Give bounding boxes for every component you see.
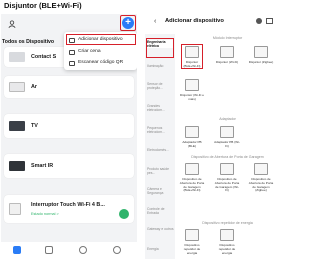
category-gateway[interactable]: Gateway e outros: [147, 227, 174, 231]
device-tile-breaker-more[interactable]: Disjuntor (Wi-Fi e mais): [179, 77, 205, 109]
device-label: TV: [31, 123, 38, 129]
section-title: Dispositivo repetidor de energia: [202, 221, 253, 225]
scene-icon: [69, 49, 75, 55]
menu-item-label: Criar cena: [78, 49, 101, 54]
device-card-tv[interactable]: TV: [4, 114, 134, 138]
device-status: Estado normal >: [31, 212, 59, 217]
device-label: Contact S: [31, 54, 57, 60]
tile-label: Dispositivo de Abertura de Porta de Gara…: [179, 177, 205, 193]
smart-tab-icon[interactable]: [79, 246, 87, 254]
tile-label: Dispositivo de Abertura de Porta de Gara…: [248, 177, 274, 193]
device-card-contact[interactable]: Contact S: [4, 47, 68, 67]
device-tile-adapter-wifi[interactable]: Adaptador PB (Wi-Fi): [214, 124, 240, 156]
device-card-ar[interactable]: Ar: [4, 76, 134, 98]
profile-icon[interactable]: [8, 20, 16, 28]
tile-label: Adaptador PB (Wi-Fi): [214, 140, 240, 148]
page-title: Adicionar dispositivo: [165, 18, 224, 24]
repeater-icon: [185, 229, 199, 241]
device-tile-breaker-zigbee[interactable]: Disjuntor (Zigbee): [248, 44, 274, 76]
breaker-icon: [254, 46, 268, 58]
bottom-nav: [1, 242, 137, 259]
back-icon[interactable]: ‹: [154, 18, 156, 25]
device-card-smart-ir[interactable]: Smart IR: [4, 154, 134, 178]
profile-tab-icon[interactable]: [113, 246, 121, 254]
device-tile-breaker-wifi[interactable]: Disjuntor (Wi-Fi): [214, 44, 240, 76]
scene-tab-icon[interactable]: [45, 246, 53, 254]
menu-item-scan-qr[interactable]: Escanear código QR: [68, 58, 134, 68]
air-conditioner-icon: [9, 82, 25, 92]
category-energy[interactable]: Energia: [147, 247, 174, 251]
category-large-appliances[interactable]: Grandes eletrodom...: [147, 104, 174, 112]
home-screen: + Todos os Dispositivo Contact S Ar TV S…: [1, 14, 137, 259]
tile-label: Dispositivo repetidor de energia: [218, 243, 236, 255]
device-label: Smart IR: [31, 163, 54, 169]
tile-label: Dispositivo de Abertura de Porta de Gara…: [214, 177, 240, 193]
device-tile-adapter-ble[interactable]: Adaptador PB (BLE): [179, 124, 205, 156]
adapter-icon: [220, 126, 234, 138]
device-tile-garage-wifi[interactable]: Dispositivo de Abertura de Porta de Gara…: [214, 161, 240, 199]
contact-sensor-icon: [9, 52, 25, 62]
qr-scan-icon: [69, 60, 75, 66]
category-highlight: [146, 38, 174, 58]
ir-remote-icon: [9, 161, 25, 171]
breaker-icon: [185, 79, 199, 91]
category-lighting[interactable]: Iluminação: [147, 64, 174, 68]
tile-label: Disjuntor (Wi-Fi e mais): [180, 93, 204, 101]
add-device-header: ‹ Adicionar dispositivo: [145, 14, 278, 30]
category-small-appliances[interactable]: Pequenos eletrodom...: [147, 126, 174, 134]
category-sensors[interactable]: Sensor de proteção...: [147, 82, 174, 90]
caption: Disjuntor (BLE+Wi-Fi): [4, 1, 82, 10]
device-label: Interruptor Touch Wi-Fi 4 B...: [31, 201, 105, 208]
add-button-highlight: [120, 15, 136, 31]
tile-label: Disjuntor (Wi-Fi): [215, 60, 239, 64]
section-title: Dispositivo de Abertura de Porta de Gara…: [191, 155, 264, 159]
home-tabs[interactable]: Todos os Dispositivo: [2, 39, 57, 45]
device-tile-garage-ble-wifi[interactable]: Dispositivo de Abertura de Porta de Gara…: [179, 161, 205, 199]
switch-icon: [9, 203, 21, 215]
category-health[interactable]: Produto saúde pes...: [147, 167, 174, 175]
add-menu-dropdown: Adicionar dispositivo Criar cena Escanea…: [64, 32, 137, 70]
tile-highlight: [181, 44, 203, 69]
repeater-icon: [220, 229, 234, 241]
adapter-icon: [185, 126, 199, 138]
category-appliances[interactable]: Eletrodomés...: [147, 148, 174, 152]
device-tile-repeater-2[interactable]: Dispositivo repetidor de energia: [214, 227, 240, 259]
garage-door-icon: [185, 163, 199, 175]
add-device-highlight: [66, 34, 136, 45]
device-tile-garage-zigbee[interactable]: Dispositivo de Abertura de Porta de Gara…: [248, 161, 274, 199]
tv-icon: [9, 121, 25, 131]
breaker-icon: [220, 46, 234, 58]
section-title: Módulo Interruptor: [212, 36, 243, 40]
category-camera[interactable]: Câmera e Segurança: [147, 187, 174, 195]
menu-item-create-scene[interactable]: Criar cena: [68, 47, 134, 57]
device-tile-repeater-1[interactable]: Dispositivo repetidor de energia: [179, 227, 205, 259]
section-title: Adaptador: [219, 117, 236, 121]
home-icon[interactable]: [13, 246, 21, 254]
category-sidebar: Engenharia elétrica Iluminação Sensor de…: [145, 34, 175, 259]
scan-icon[interactable]: [256, 18, 262, 24]
garage-door-icon: [220, 163, 234, 175]
tab-all-devices[interactable]: Todos os Dispositivo: [2, 39, 54, 45]
tile-label: Dispositivo repetidor de energia: [183, 243, 201, 255]
tile-label: Adaptador PB (BLE): [182, 140, 202, 148]
device-card-touch-switch[interactable]: Interruptor Touch Wi-Fi 4 B... Estado no…: [4, 195, 134, 223]
online-indicator-icon[interactable]: [119, 209, 129, 219]
device-label: Ar: [31, 84, 37, 90]
device-list: Módulo Interruptor Disjuntor (BLE+Wi-Fi)…: [177, 34, 278, 259]
category-access-control[interactable]: Controle de Entrada: [147, 207, 174, 215]
menu-item-label: Escanear código QR: [78, 60, 124, 65]
tile-label: Disjuntor (Zigbee): [248, 60, 274, 64]
qr-code-icon[interactable]: [266, 18, 273, 24]
add-device-screen: ‹ Adicionar dispositivo Engenharia elétr…: [145, 14, 278, 259]
garage-door-icon: [254, 163, 268, 175]
